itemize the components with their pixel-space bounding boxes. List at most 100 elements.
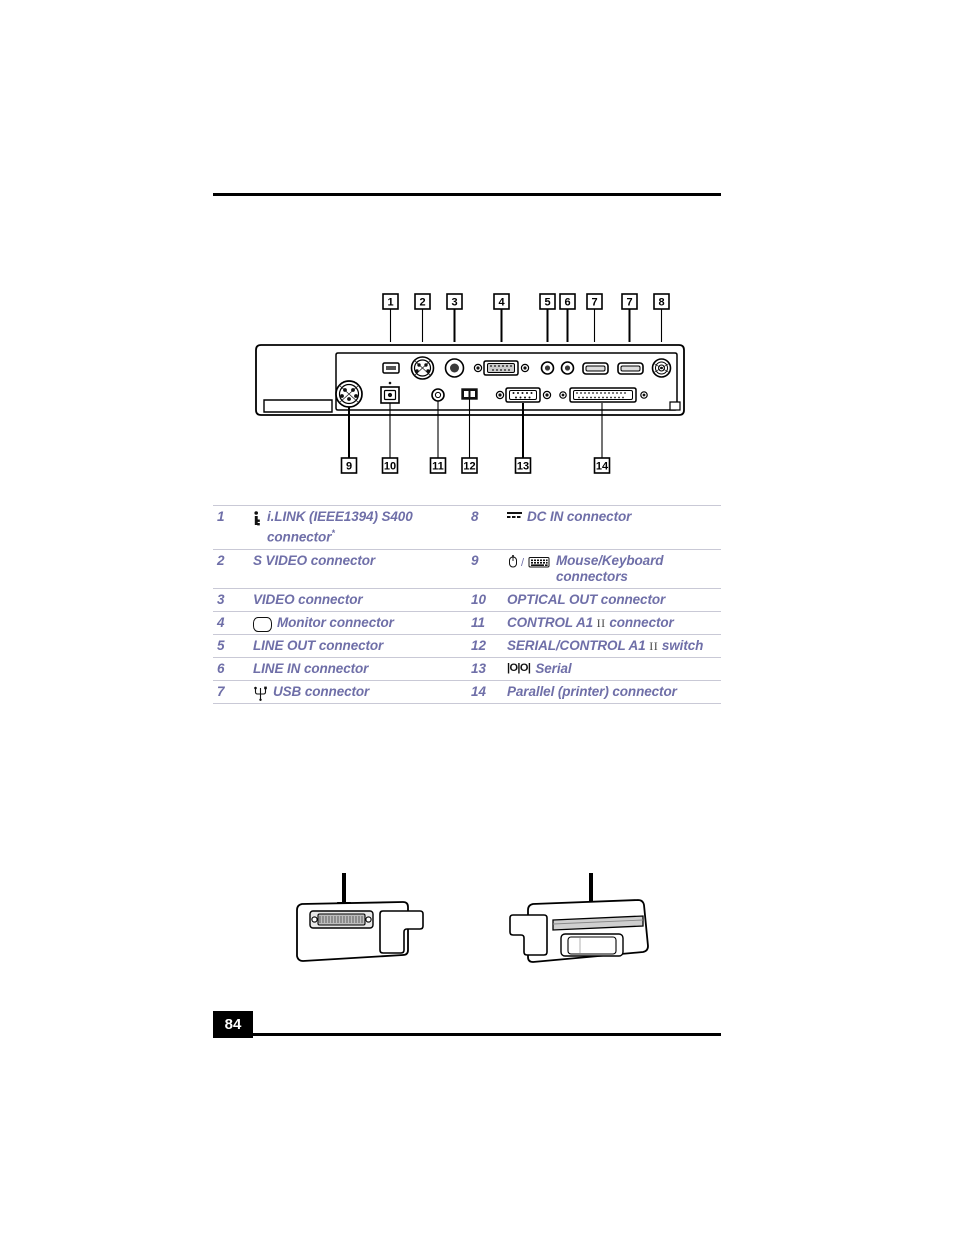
connector-port: [309, 910, 374, 929]
callout-label: 8: [658, 297, 664, 309]
legend-label: VIDEO connector: [253, 591, 363, 607]
callout-label: 4: [498, 297, 505, 309]
connector-line-in: [560, 361, 575, 375]
monitor-icon: [253, 616, 272, 632]
legend-number: 8: [471, 509, 479, 524]
connector-line-out: [540, 361, 555, 375]
legend-number: 5: [217, 637, 225, 653]
device-latch: [509, 914, 548, 956]
serial-icon-glyph: |O|O|: [507, 661, 531, 674]
table-row: 2 S VIDEO connector 9 / Mouse/Keyboard c…: [213, 550, 721, 589]
panel-left-lip: [263, 399, 333, 413]
legend-number: 12: [471, 637, 487, 653]
connector-s-video: [410, 356, 435, 380]
connector-panel-diagram: 1 2 3 4 5 6 7 7 8 9 10 11 12 13 14: [250, 290, 690, 485]
table-row: 1 i.LINK (IEEE1394) S400 connector* 8 DC: [213, 505, 721, 550]
usb-icon: [253, 686, 268, 701]
legend-label: Serial: [535, 660, 572, 676]
table-row: 7 USB connector 14 Parallel (printer) co…: [213, 681, 721, 704]
legend-number: 4: [217, 614, 225, 630]
legend-label: S VIDEO connector: [253, 552, 376, 568]
mouse-keyboard-icon: /: [507, 554, 551, 569]
device-side-view-with-connector: [285, 868, 445, 983]
callout-label: 5: [544, 297, 550, 309]
connector-legend-table: 1 i.LINK (IEEE1394) S400 connector* 8 DC: [213, 505, 721, 704]
table-row: 3 VIDEO connector 10 OPTICAL OUT connect…: [213, 589, 721, 612]
legend-number: 13: [471, 660, 487, 676]
legend-entry-4: 4 Monitor connector: [213, 612, 467, 634]
legend-label: USB connector: [273, 683, 370, 699]
callout-label: 9: [346, 461, 352, 473]
footnote-marker: *: [331, 528, 335, 538]
legend-entry-3: 3 VIDEO connector: [213, 589, 467, 611]
callout-label: 2: [419, 297, 425, 309]
device-side-view-with-slot: [500, 868, 680, 983]
legend-label: LINE OUT connector: [253, 637, 384, 653]
legend-number: 7: [217, 683, 225, 699]
table-row: 6 LINE IN connector 13 |O|O| Serial: [213, 658, 721, 681]
legend-label: Parallel (printer) connector: [507, 683, 677, 699]
legend-entry-9: 9 / Mouse/Keyboard connectors: [467, 550, 721, 588]
legend-entry-5: 5 LINE OUT connector: [213, 635, 467, 657]
legend-number: 14: [471, 683, 487, 699]
connector-control-a1: [431, 388, 445, 402]
legend-number: 9: [471, 552, 479, 568]
ilink-icon: [253, 511, 262, 526]
legend-label: SERIAL/CONTROL A1 II switch: [507, 637, 704, 653]
callout-label: 3: [451, 297, 457, 309]
device-latch: [379, 910, 424, 954]
legend-entry-14: 14 Parallel (printer) connector: [467, 681, 721, 703]
legend-label: Mouse/Keyboard connectors: [556, 552, 664, 584]
dc-in-icon: [507, 511, 522, 520]
page-number: 84: [213, 1011, 253, 1038]
callout-label: 14: [596, 461, 609, 473]
legend-label: LINE IN connector: [253, 660, 369, 676]
connector-usb-2: [617, 362, 644, 375]
legend-number: 10: [471, 591, 487, 607]
table-row: 4 Monitor connector 11 CONTROL A1 II con…: [213, 612, 721, 635]
legend-label: Monitor connector: [277, 614, 394, 630]
callout-label: 12: [463, 461, 475, 473]
connector-video: [444, 358, 465, 378]
legend-number: 6: [217, 660, 225, 676]
legend-entry-10: 10 OPTICAL OUT connector: [467, 589, 721, 611]
connector-dc-in: [651, 358, 672, 378]
roman-numeral: II: [596, 615, 606, 630]
serial-icon: |O|O|: [507, 661, 531, 674]
roman-numeral: II: [649, 638, 659, 653]
legend-number: 3: [217, 591, 225, 607]
table-row: 5 LINE OUT connector 12 SERIAL/CONTROL A…: [213, 635, 721, 658]
panel-right-notch: [669, 401, 681, 411]
connector-usb-1: [582, 362, 609, 375]
callout-label: 1: [387, 297, 393, 309]
keyboard-icon: [528, 556, 550, 567]
legend-entry-7: 7 USB connector: [213, 681, 467, 703]
panel-recess: [560, 933, 624, 957]
manual-page: 1 2 3 4 5 6 7 7 8 9 10 11 12 13 14 1 i.L…: [0, 0, 954, 1235]
page-top-rule: [213, 193, 721, 196]
legend-entry-8: 8 DC IN connector: [467, 506, 721, 528]
connector-mouse-keyboard: [335, 380, 363, 408]
legend-entry-1: 1 i.LINK (IEEE1394) S400 connector*: [213, 506, 467, 549]
legend-label: DC IN connector: [527, 509, 632, 524]
callout-label: 13: [517, 461, 529, 473]
connector-ilink: [382, 362, 400, 374]
callout-label: 7: [591, 297, 597, 309]
page-footer-rule: [253, 1033, 721, 1036]
legend-number: 2: [217, 552, 225, 568]
callout-label: 7: [626, 297, 632, 309]
svg-text:/: /: [521, 557, 525, 569]
legend-label: CONTROL A1 II connector: [507, 614, 674, 630]
callout-label: 10: [384, 461, 396, 473]
legend-number: 1: [217, 509, 225, 524]
legend-label: OPTICAL OUT connector: [507, 591, 666, 607]
switch-serial-control-a1: [461, 388, 478, 400]
legend-entry-6: 6 LINE IN connector: [213, 658, 467, 680]
legend-entry-11: 11 CONTROL A1 II connector: [467, 612, 721, 634]
legend-entry-2: 2 S VIDEO connector: [213, 550, 467, 572]
mouse-icon: [509, 554, 517, 567]
page-footer: 84: [213, 1011, 721, 1038]
connector-parallel: [559, 387, 648, 403]
legend-label: i.LINK (IEEE1394) S400 connector*: [267, 509, 413, 545]
legend-number: 11: [471, 614, 486, 630]
